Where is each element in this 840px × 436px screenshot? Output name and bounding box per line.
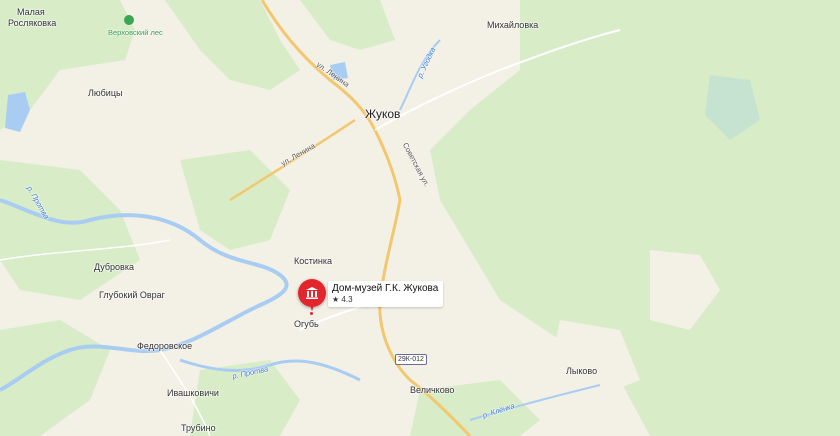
label-ivashkovichi: Ивашковичи	[167, 388, 219, 398]
label-lykovo: Лыково	[566, 366, 598, 376]
label-velichkovo: Величково	[410, 385, 455, 395]
label-kostinka: Костинка	[294, 256, 333, 266]
tree-icon	[124, 15, 134, 25]
label-ogub: Огубь	[294, 319, 319, 329]
label-zhukov: Жуков	[365, 107, 401, 121]
label-lyubitsy: Любицы	[88, 88, 123, 98]
road-number-badge: 29К-012	[395, 354, 427, 365]
label-verkhovsky-les: Верховский лес	[108, 28, 163, 37]
poi-rating: ★ 4.3	[332, 295, 353, 304]
label-fedorovskoe: Федоровское	[137, 341, 193, 351]
label-mikhaylovka: Михайловка	[487, 20, 539, 30]
label-dubrovka: Дубровка	[94, 262, 134, 272]
label-trubino: Трубино	[181, 423, 216, 433]
map-canvas[interactable]: Малая Росляковка Верховский лес Михайлов…	[0, 0, 840, 436]
label-glubokiy-ovrag: Глубокий Овраг	[99, 290, 165, 300]
poi-label-card[interactable]: Дом-музей Г.К. Жукова ★ 4.3	[328, 281, 444, 307]
museum-icon[interactable]	[298, 279, 326, 311]
poi-name: Дом-музей Г.К. Жукова	[332, 283, 439, 294]
label-malaya-roslyakovka-2: Росляковка	[8, 18, 57, 28]
marker-point	[310, 312, 313, 315]
label-malaya-roslyakovka-1: Малая	[17, 7, 45, 17]
